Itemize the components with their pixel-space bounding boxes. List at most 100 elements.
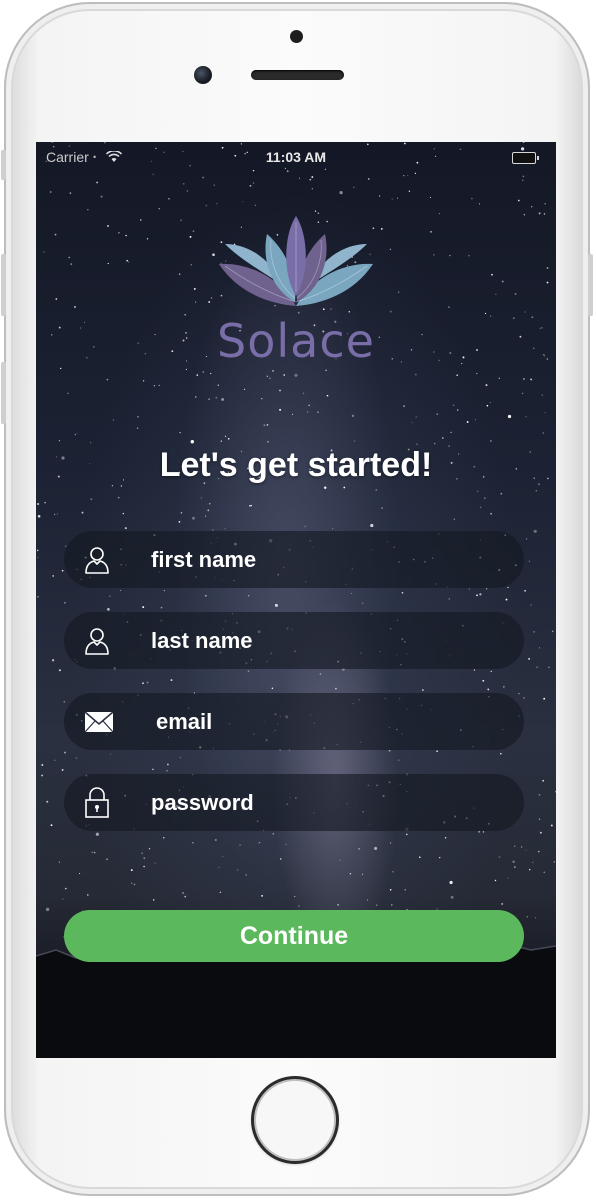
star xyxy=(542,432,544,434)
star xyxy=(53,513,56,516)
star xyxy=(546,267,549,269)
star xyxy=(498,856,501,858)
star xyxy=(505,598,508,601)
star xyxy=(532,861,534,864)
star xyxy=(525,416,527,418)
star xyxy=(69,192,72,194)
star xyxy=(541,394,544,396)
star xyxy=(531,206,533,208)
star xyxy=(449,254,451,257)
volume-down-button xyxy=(1,362,6,424)
star xyxy=(184,895,186,898)
star xyxy=(436,750,438,753)
star xyxy=(189,235,192,238)
star xyxy=(480,506,482,508)
star xyxy=(514,845,516,847)
star xyxy=(553,861,556,863)
star xyxy=(375,489,378,491)
star xyxy=(397,291,400,293)
star xyxy=(468,255,470,257)
star xyxy=(548,666,550,669)
power-button xyxy=(588,254,593,316)
first-name-field[interactable] xyxy=(64,531,524,588)
star xyxy=(166,769,168,772)
star xyxy=(153,385,156,387)
star xyxy=(448,598,451,600)
star xyxy=(37,595,39,598)
star xyxy=(358,848,360,850)
star xyxy=(501,280,504,283)
star xyxy=(190,440,194,444)
star xyxy=(416,443,418,445)
star xyxy=(249,505,251,507)
star xyxy=(448,306,450,308)
star xyxy=(485,384,488,387)
star xyxy=(526,915,529,918)
star xyxy=(512,860,515,864)
star xyxy=(152,768,154,771)
star xyxy=(107,607,110,611)
star xyxy=(317,411,319,414)
star xyxy=(478,203,481,205)
continue-button[interactable]: Continue xyxy=(64,910,524,962)
last-name-input[interactable] xyxy=(151,612,491,669)
star xyxy=(64,602,66,604)
star xyxy=(389,842,392,844)
star xyxy=(202,176,205,179)
star xyxy=(43,251,45,253)
last-name-field[interactable] xyxy=(64,612,524,669)
email-field[interactable] xyxy=(64,693,524,750)
star xyxy=(252,182,255,184)
password-field[interactable] xyxy=(64,774,524,831)
star xyxy=(142,380,145,382)
star xyxy=(55,298,58,300)
star xyxy=(70,263,73,265)
star xyxy=(106,378,109,381)
first-name-input[interactable] xyxy=(151,531,491,588)
star xyxy=(266,375,269,377)
star xyxy=(392,871,394,873)
star xyxy=(76,432,78,434)
star xyxy=(388,749,391,752)
star xyxy=(272,833,274,835)
star xyxy=(379,195,381,197)
star xyxy=(507,586,509,589)
star xyxy=(44,501,46,504)
star xyxy=(109,595,111,597)
star xyxy=(308,404,310,406)
star xyxy=(215,396,218,399)
star xyxy=(183,183,185,185)
star xyxy=(314,210,317,212)
star xyxy=(403,174,405,177)
star xyxy=(538,818,541,820)
star xyxy=(457,409,459,411)
password-input[interactable] xyxy=(151,774,491,831)
star xyxy=(58,440,60,442)
home-button[interactable] xyxy=(251,1076,339,1164)
star xyxy=(332,528,334,530)
star xyxy=(178,521,181,523)
star xyxy=(361,602,364,605)
star xyxy=(236,869,239,871)
email-input[interactable] xyxy=(156,693,496,750)
star xyxy=(168,197,170,200)
star xyxy=(407,174,409,177)
star xyxy=(37,514,41,518)
star xyxy=(51,659,55,662)
star xyxy=(49,191,52,193)
star xyxy=(160,606,163,609)
star xyxy=(279,408,282,411)
star xyxy=(319,673,322,675)
star xyxy=(482,831,485,833)
star xyxy=(247,595,250,597)
star xyxy=(391,198,393,200)
star xyxy=(523,696,525,699)
star xyxy=(54,759,56,761)
star xyxy=(430,230,432,233)
star xyxy=(110,753,112,755)
star xyxy=(433,442,436,445)
star xyxy=(525,849,527,851)
star xyxy=(381,507,383,509)
star xyxy=(523,214,526,216)
star xyxy=(254,204,257,207)
